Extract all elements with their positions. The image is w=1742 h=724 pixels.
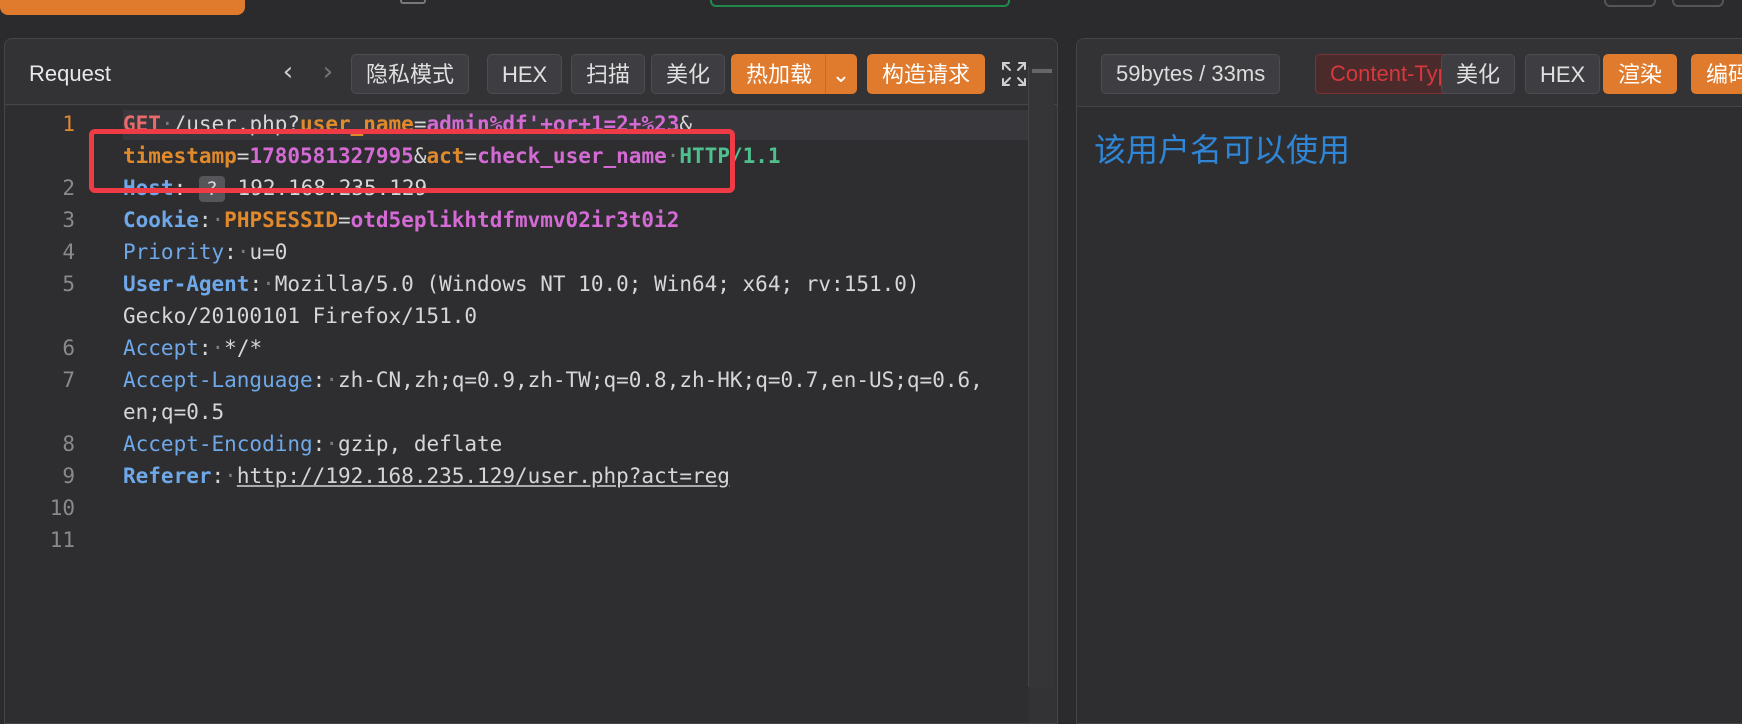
line-number-gutter: 1 2 3 4 5 6 7 8 9 10 11 — [5, 106, 103, 723]
hex-button[interactable]: HEX — [487, 54, 563, 94]
request-header: Request ‹ › 隐私模式 HEX 扫描 美化 热加载 ⌄ 构造请求 — [5, 39, 1057, 105]
header-name: User-Agent — [123, 272, 250, 296]
referer-link[interactable]: http://192.168.235.129/user.php?act=reg — [237, 464, 730, 488]
header-name: Accept-Language — [123, 368, 313, 392]
scrollbar-thumb[interactable] — [1032, 69, 1052, 73]
hotload-button[interactable]: 热加载 — [731, 54, 828, 94]
header-name: Cookie — [123, 208, 199, 232]
target-field-cropped[interactable] — [710, 0, 1010, 7]
response-body-text: 该用户名可以使用 — [1094, 131, 1351, 169]
top-button-cropped-1[interactable] — [1604, 0, 1656, 7]
header-value: Gecko/20100101 Firefox/151.0 — [123, 304, 478, 328]
top-toolbar-strip — [0, 0, 1742, 38]
cookie-key: PHPSESSID — [224, 208, 338, 232]
response-header: 59bytes / 33ms Content-Type 美化 HEX 渲染 编码 — [1077, 39, 1742, 107]
response-size-badge: 59bytes / 33ms — [1101, 54, 1281, 94]
code-line-user-agent-wrap: Gecko/20100101 Firefox/151.0 — [123, 304, 477, 328]
back-arrow-icon[interactable]: ‹ — [273, 56, 303, 88]
encode-button[interactable]: 编码 — [1691, 54, 1742, 94]
send-button-cropped[interactable] — [0, 0, 245, 15]
header-value: u=0 — [249, 240, 288, 264]
cookie-value: otd5eplikhtdfmvmv02ir3t0i2 — [350, 208, 680, 232]
header-name: Referer — [123, 464, 212, 488]
build-request-button[interactable]: 构造请求 — [867, 54, 986, 94]
line-number: 7 — [62, 368, 75, 392]
checkbox-cropped[interactable] — [400, 0, 426, 4]
line-number: 3 — [62, 208, 75, 232]
code-line-user-agent: User-Agent:·Mozilla/5.0 (Windows NT 10.0… — [123, 272, 920, 296]
request-editor[interactable]: 1 2 3 4 5 6 7 8 9 10 11 GET·/user.php?us… — [5, 106, 1029, 723]
panel-divider[interactable] — [1060, 38, 1076, 724]
line-number: 9 — [62, 464, 75, 488]
hotload-dropdown-chevron-icon[interactable]: ⌄ — [825, 54, 857, 94]
line-number: 2 — [62, 176, 75, 200]
code-line-referer: Referer:·http://192.168.235.129/user.php… — [123, 464, 730, 488]
request-title: Request — [29, 61, 111, 86]
highlight-annotation-box — [89, 129, 735, 193]
header-value: gzip, deflate — [337, 432, 503, 456]
line-number: 11 — [49, 528, 75, 552]
code-line-accept-language-wrap: en;q=0.5 — [123, 400, 224, 424]
editor-scrollbar[interactable] — [1028, 67, 1054, 687]
code-line-accept-encoding: Accept-Encoding:·gzip, deflate — [123, 432, 503, 456]
render-button[interactable]: 渲染 — [1603, 54, 1678, 94]
code-line-priority: Priority:·u=0 — [123, 240, 288, 264]
content-type-badge[interactable]: Content-Type — [1315, 54, 1455, 94]
code-line-accept: Accept:·*/* — [123, 336, 263, 360]
scan-button[interactable]: 扫描 — [571, 54, 646, 94]
forward-arrow-icon[interactable]: › — [313, 56, 343, 88]
header-name: Accept — [123, 336, 199, 360]
response-hex-button[interactable]: HEX — [1525, 54, 1601, 94]
header-name: Accept-Encoding — [123, 432, 313, 456]
line-number: 5 — [62, 272, 75, 296]
line-number: 10 — [49, 496, 75, 520]
line-number: 1 — [62, 112, 75, 136]
header-value: zh-CN,zh;q=0.9,zh-TW;q=0.8,zh-HK;q=0.7,e… — [337, 368, 983, 392]
header-value: */* — [224, 336, 263, 360]
incognito-mode-button[interactable]: 隐私模式 — [351, 54, 470, 94]
line-number: 6 — [62, 336, 75, 360]
line-number: 4 — [62, 240, 75, 264]
header-value: en;q=0.5 — [123, 400, 225, 424]
header-value: Mozilla/5.0 (Windows NT 10.0; Win64; x64… — [274, 272, 920, 296]
response-beautify-button[interactable]: 美化 — [1441, 54, 1516, 94]
line-number: 8 — [62, 432, 75, 456]
header-name: Priority — [123, 240, 225, 264]
code-line-cookie: Cookie:·PHPSESSID=otd5eplikhtdfmvmv02ir3… — [123, 208, 680, 232]
response-panel: 59bytes / 33ms Content-Type 美化 HEX 渲染 编码… — [1076, 38, 1742, 724]
request-panel: Request ‹ › 隐私模式 HEX 扫描 美化 热加载 ⌄ 构造请求 1 … — [4, 38, 1058, 724]
beautify-button[interactable]: 美化 — [651, 54, 726, 94]
expand-icon[interactable] — [1001, 61, 1027, 87]
code-line-accept-language: Accept-Language:·zh-CN,zh;q=0.9,zh-TW;q=… — [123, 368, 983, 392]
top-button-cropped-2[interactable] — [1672, 0, 1724, 7]
